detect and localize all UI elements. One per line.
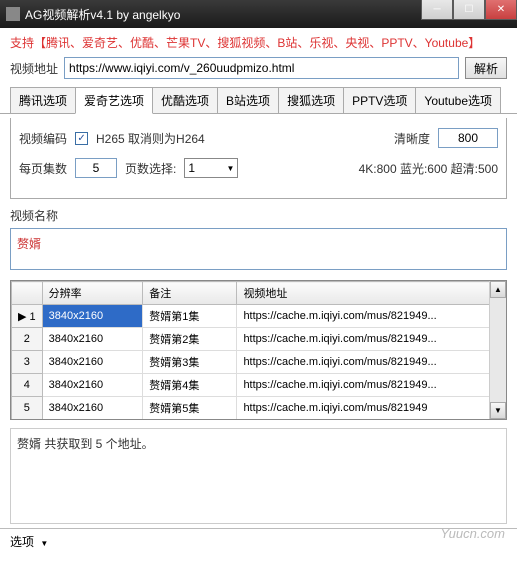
cell-resolution: 3840x2160: [42, 397, 143, 420]
app-icon: [6, 7, 20, 21]
results-grid[interactable]: 分辨率 备注 视频地址 ▶ 1 3840x2160 赘婿第1集 https://…: [10, 280, 507, 420]
cell-resolution: 3840x2160: [42, 351, 143, 374]
per-page-input[interactable]: [75, 158, 117, 178]
video-name-box[interactable]: 赘婿: [10, 228, 507, 270]
page-select-value: 1: [188, 161, 195, 175]
options-menu[interactable]: 选项 ▼: [10, 533, 48, 550]
cell-url: https://cache.m.iqiyi.com/mus/821949: [237, 397, 506, 420]
cell-url: https://cache.m.iqiyi.com/mus/821949...: [237, 305, 506, 328]
scroll-up-icon[interactable]: ▲: [490, 281, 506, 298]
quality-hint: 4K:800 蓝光:600 超清:500: [359, 160, 498, 177]
url-input[interactable]: [64, 57, 459, 79]
minimize-button[interactable]: ─: [421, 0, 453, 20]
tab-pptv[interactable]: PPTV选项: [343, 87, 416, 113]
tab-tencent[interactable]: 腾讯选项: [10, 87, 76, 113]
options-panel: 视频编码 ✓ H265 取消则为H264 清晰度 每页集数 页数选择: 1 ▼ …: [10, 118, 507, 199]
cell-resolution: 3840x2160: [42, 374, 143, 397]
footer: 选项 ▼: [0, 528, 517, 554]
row-index: 5: [12, 397, 43, 420]
col-resolution[interactable]: 分辨率: [42, 282, 143, 305]
cell-note: 赘婿第2集: [143, 328, 237, 351]
clarity-input[interactable]: [438, 128, 498, 148]
url-row: 视频地址 解析: [0, 53, 517, 87]
row-index: ▶ 1: [12, 305, 43, 328]
cell-resolution: 3840x2160: [42, 305, 143, 328]
cell-url: https://cache.m.iqiyi.com/mus/821949...: [237, 374, 506, 397]
tab-sohu[interactable]: 搜狐选项: [278, 87, 344, 113]
clarity-label: 清晰度: [394, 130, 430, 147]
cell-url: https://cache.m.iqiyi.com/mus/821949...: [237, 351, 506, 374]
titlebar[interactable]: AG视频解析v4.1 by angelkyo ─ ☐ ✕: [0, 0, 517, 28]
col-note[interactable]: 备注: [143, 282, 237, 305]
table-row[interactable]: ▶ 1 3840x2160 赘婿第1集 https://cache.m.iqiy…: [12, 305, 506, 328]
status-bar: 赘婿 共获取到 5 个地址。: [10, 428, 507, 524]
table-row[interactable]: 5 3840x2160 赘婿第5集 https://cache.m.iqiyi.…: [12, 397, 506, 420]
table-row[interactable]: 2 3840x2160 赘婿第2集 https://cache.m.iqiyi.…: [12, 328, 506, 351]
tab-iqiyi[interactable]: 爱奇艺选项: [75, 87, 153, 114]
cell-note: 赘婿第1集: [143, 305, 237, 328]
col-blank[interactable]: [12, 282, 43, 305]
per-page-label: 每页集数: [19, 160, 67, 177]
scrollbar[interactable]: ▲ ▼: [489, 281, 506, 419]
maximize-button[interactable]: ☐: [453, 0, 485, 20]
options-label: 选项: [10, 535, 34, 549]
encode-checkbox[interactable]: ✓: [75, 132, 88, 145]
col-url[interactable]: 视频地址: [237, 282, 506, 305]
cell-resolution: 3840x2160: [42, 328, 143, 351]
cell-note: 赘婿第4集: [143, 374, 237, 397]
tab-bilibili[interactable]: B站选项: [217, 87, 279, 113]
cell-note: 赘婿第5集: [143, 397, 237, 420]
tab-youtube[interactable]: Youtube选项: [415, 87, 501, 113]
chevron-down-icon: ▼: [226, 164, 234, 173]
tab-youku[interactable]: 优酷选项: [152, 87, 218, 113]
status-text: 赘婿 共获取到 5 个地址。: [17, 437, 154, 451]
url-label: 视频地址: [10, 60, 58, 77]
page-select[interactable]: 1 ▼: [184, 158, 238, 178]
chevron-down-icon: ▼: [40, 539, 48, 548]
row-index: 3: [12, 351, 43, 374]
cell-url: https://cache.m.iqiyi.com/mus/821949...: [237, 328, 506, 351]
page-select-label: 页数选择:: [125, 160, 176, 177]
cell-note: 赘婿第3集: [143, 351, 237, 374]
table-row[interactable]: 4 3840x2160 赘婿第4集 https://cache.m.iqiyi.…: [12, 374, 506, 397]
row-index: 4: [12, 374, 43, 397]
encode-label: 视频编码: [19, 130, 67, 147]
row-index: 2: [12, 328, 43, 351]
video-name-value: 赘婿: [17, 237, 41, 251]
window-title: AG视频解析v4.1 by angelkyo: [25, 6, 421, 23]
support-text: 支持【腾讯、爱奇艺、优酷、芒果TV、搜狐视频、B站、乐视、央视、PPTV、You…: [0, 28, 517, 53]
close-button[interactable]: ✕: [485, 0, 517, 20]
tabs: 腾讯选项 爱奇艺选项 优酷选项 B站选项 搜狐选项 PPTV选项 Youtube…: [0, 87, 517, 114]
encode-desc: H265 取消则为H264: [96, 130, 205, 147]
video-name-label: 视频名称: [10, 207, 507, 224]
parse-button[interactable]: 解析: [465, 57, 507, 79]
scroll-down-icon[interactable]: ▼: [490, 402, 506, 419]
table-row[interactable]: 3 3840x2160 赘婿第3集 https://cache.m.iqiyi.…: [12, 351, 506, 374]
